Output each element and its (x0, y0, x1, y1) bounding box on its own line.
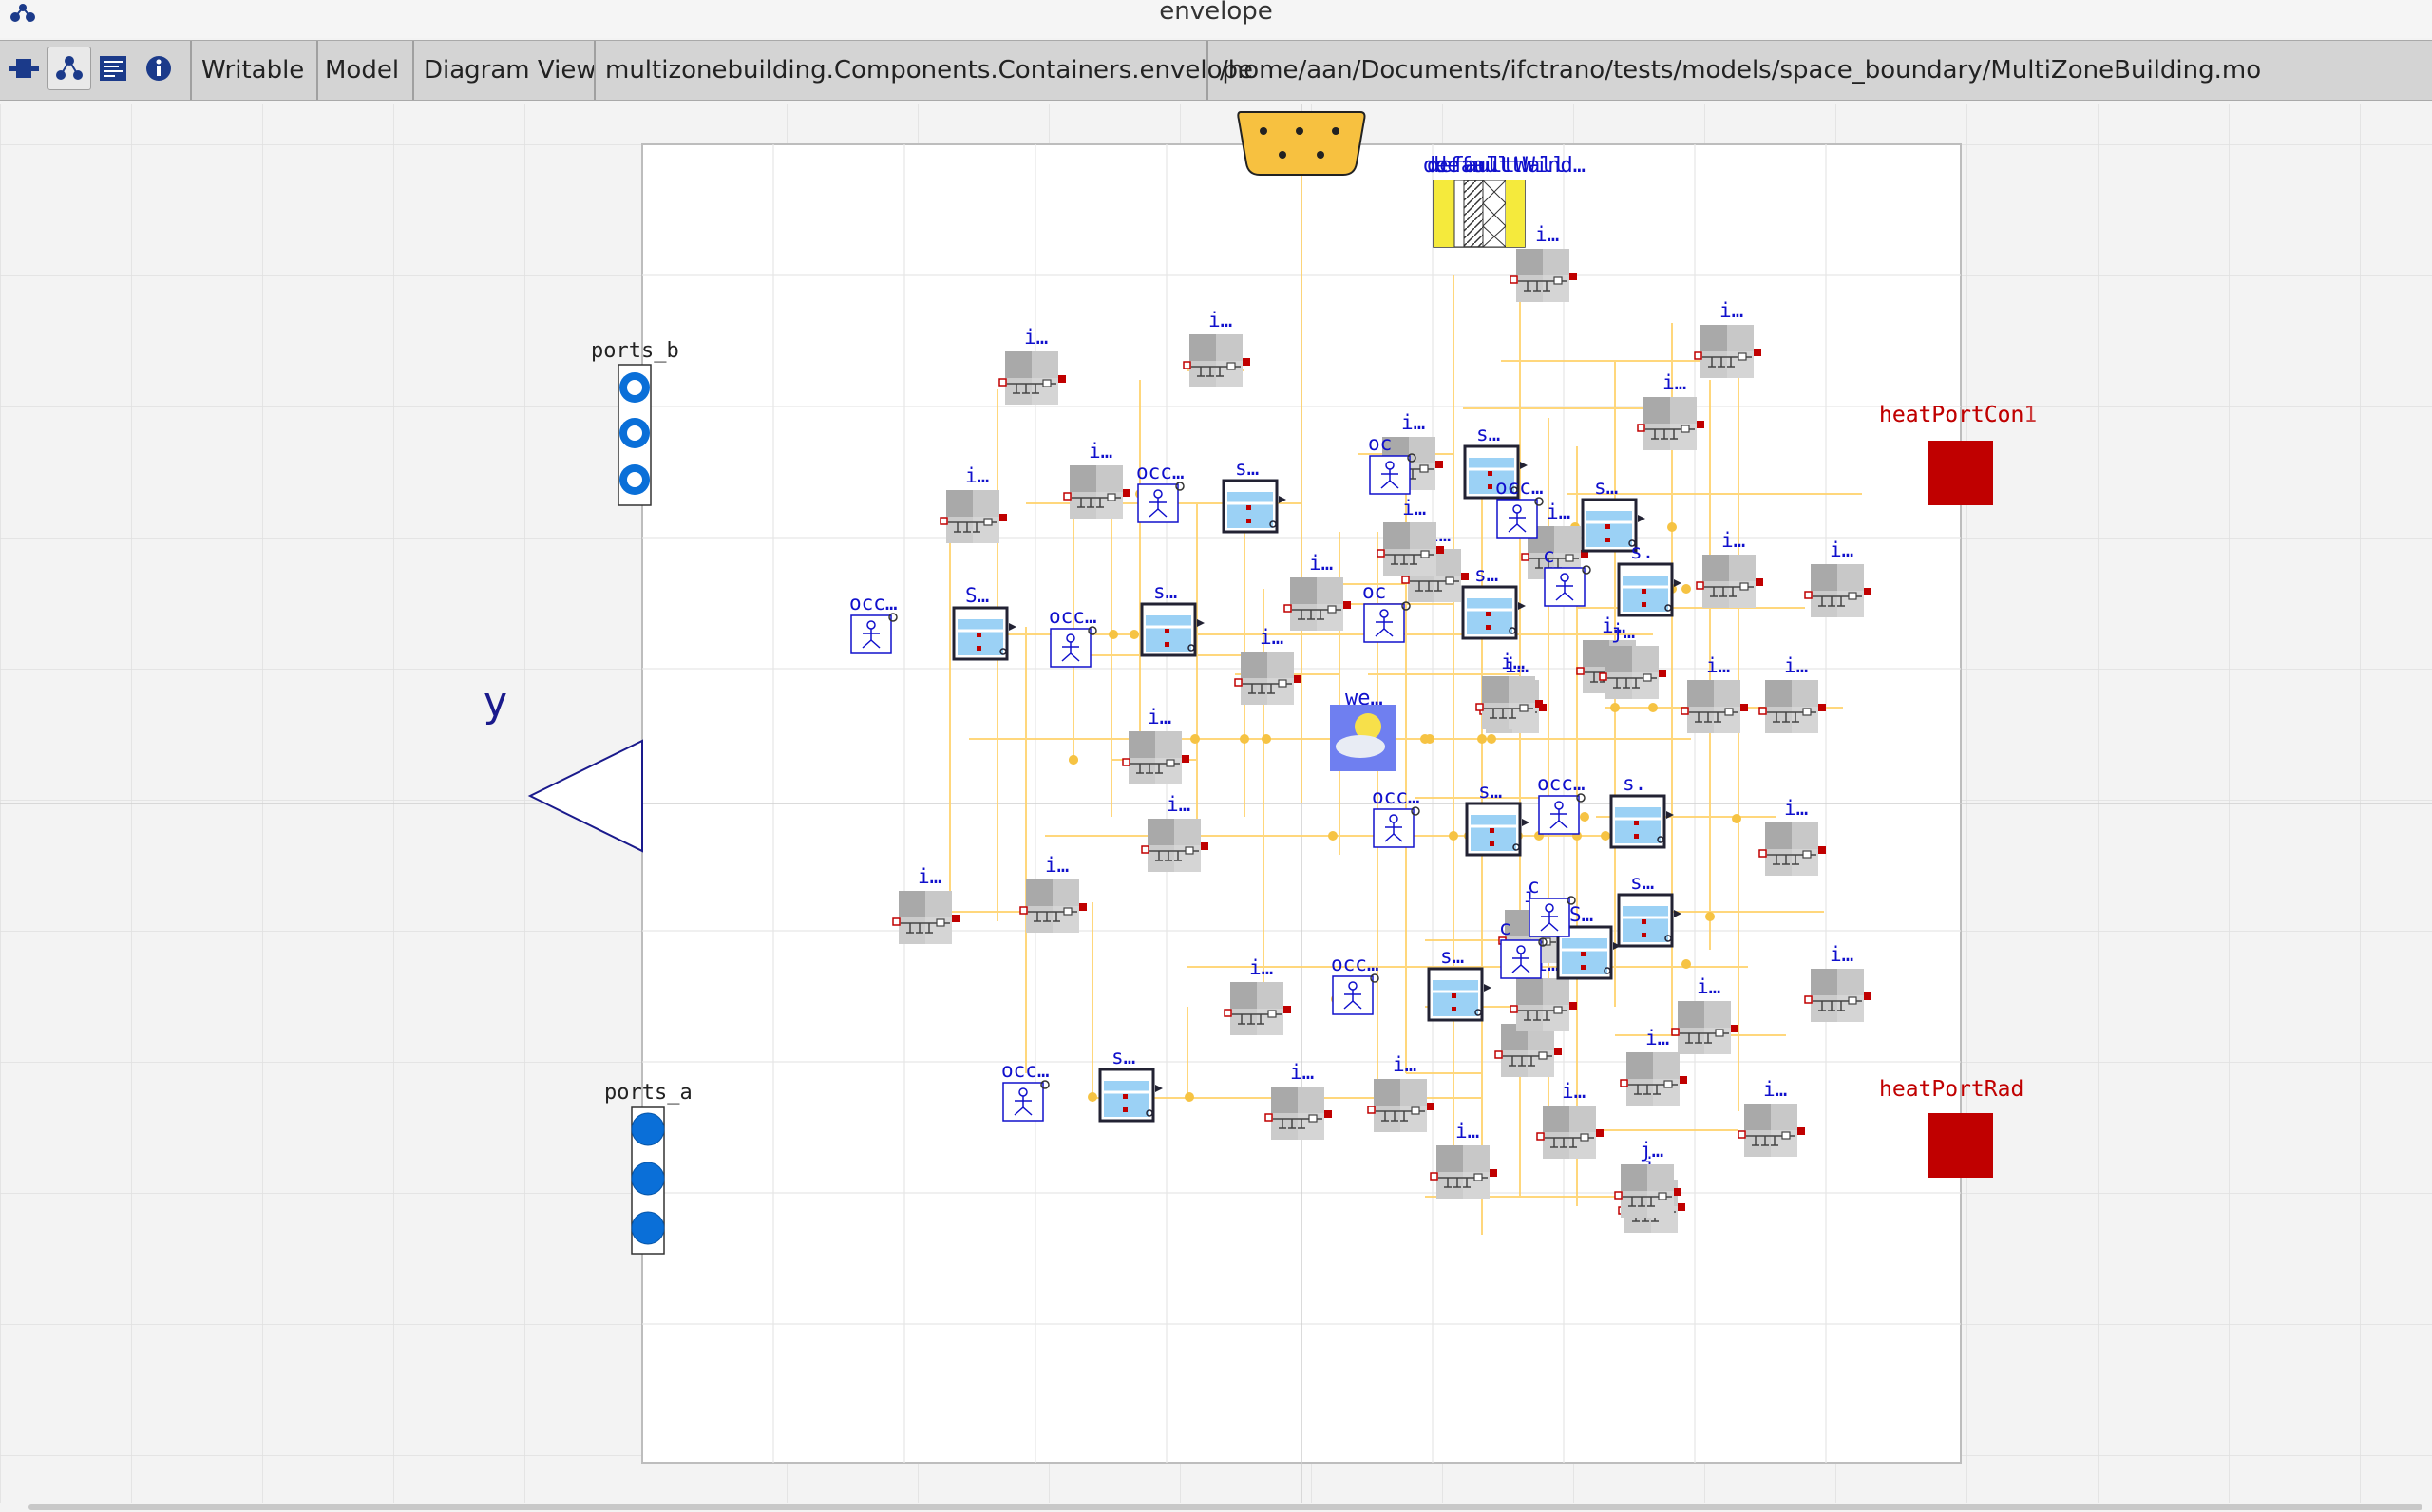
internal-label: i… (965, 464, 989, 487)
icon-view-button[interactable] (2, 47, 46, 90)
diagram-svg[interactable]: default defaultWall defaultWind… ports_b… (0, 104, 2432, 1503)
space-label: s… (1478, 780, 1502, 803)
icon-view-icon (9, 59, 39, 78)
internal-label: i… (1089, 440, 1112, 463)
window-title: envelope (1159, 0, 1273, 26)
diagram-canvas[interactable]: default defaultWall defaultWind… ports_b… (0, 104, 2432, 1503)
occ-label: oc (1362, 580, 1386, 603)
occ-label: occ… (849, 592, 898, 614)
space-label: s. (1630, 540, 1654, 563)
internal-label: j… (1640, 1139, 1663, 1162)
toolbar-separator (190, 41, 192, 100)
occ-label: oc (1368, 432, 1392, 455)
status-writable: Writable (201, 56, 305, 85)
class-path: multizonebuilding.Components.Containers.… (605, 56, 1253, 85)
internal-label: j… (1611, 620, 1635, 643)
occ-label: occ… (1331, 953, 1379, 975)
occ-label: occ… (1136, 461, 1185, 483)
internal-label: i… (1024, 326, 1048, 349)
internal-label: i… (918, 865, 941, 888)
title-bar: envelope (0, 0, 2432, 38)
occ-label: occ… (1537, 772, 1586, 795)
occ-label: occ… (1372, 785, 1420, 808)
internal-label: i… (1167, 793, 1190, 816)
space-label: s… (1112, 1046, 1135, 1068)
ports-b-label: ports_b (591, 339, 679, 363)
status-view-mode: Diagram View (424, 56, 597, 85)
toolbar-separator (412, 41, 414, 100)
occ-component[interactable]: occ… (1136, 461, 1185, 523)
y-output-label: y (483, 678, 508, 727)
space-label: s… (1474, 563, 1498, 586)
text-view-icon (100, 56, 126, 81)
internal-label: i… (1830, 539, 1853, 561)
internal-label: i… (1645, 1027, 1669, 1049)
occ-label: occ… (1495, 476, 1544, 499)
internal-label: i… (1784, 797, 1808, 820)
bus-connector[interactable] (1237, 111, 1366, 176)
horizontal-scrollbar[interactable] (28, 1504, 2422, 1510)
diagram-view-icon (56, 56, 83, 80)
occ-component[interactable]: occ… (1372, 785, 1420, 848)
internal-label: i… (1290, 1061, 1314, 1084)
occ-component[interactable]: occ… (1049, 605, 1097, 668)
occ-component[interactable]: occ… (1495, 476, 1544, 539)
internal-label: i… (1045, 854, 1069, 877)
file-path: /home/aan/Documents/ifctrano/tests/model… (1220, 56, 2262, 85)
documentation-view-icon (146, 56, 171, 81)
space-label: S… (965, 584, 989, 607)
internal-label: i… (1562, 1080, 1586, 1103)
internal-label: i… (1455, 1120, 1479, 1143)
internal-label: i… (1697, 975, 1720, 998)
heat-port-rad-label: heatPortRad (1879, 1077, 2024, 1102)
occ-label: c (1499, 917, 1511, 939)
toolbar-separator (316, 41, 318, 100)
internal-label: i… (1208, 309, 1232, 331)
status-class-type: Model (325, 56, 400, 85)
internal-label: i… (1535, 223, 1559, 246)
toolbar-separator (1206, 41, 1208, 100)
space-label: s… (1440, 945, 1464, 968)
diagram-view-button[interactable] (48, 47, 91, 90)
internal-label: i… (1721, 529, 1745, 552)
internal-label: i… (1763, 1078, 1787, 1101)
internal-label: i… (1662, 371, 1686, 394)
internal-label: i… (1393, 1053, 1416, 1076)
default-window-label: defaultWind… (1434, 154, 1586, 178)
model-toolbar: Writable Model Diagram View multizonebui… (0, 40, 2432, 101)
occ-component[interactable]: occ… (1537, 772, 1586, 835)
space-label: s. (1623, 772, 1646, 795)
documentation-view-button[interactable] (137, 47, 180, 90)
occ-label: occ… (1049, 605, 1097, 628)
occ-label: c (1543, 544, 1555, 567)
internal-label: i… (1148, 706, 1171, 728)
internal-label: i… (1706, 654, 1730, 677)
space-label: S… (1569, 903, 1593, 926)
occ-label: occ… (1001, 1059, 1050, 1082)
space-label: s… (1594, 476, 1618, 499)
ports-a-label: ports_a (604, 1081, 693, 1105)
text-view-button[interactable] (91, 47, 135, 90)
occ-component[interactable]: occ… (1331, 953, 1379, 1015)
internal-label: i… (1501, 651, 1525, 673)
internal-label: i… (1309, 552, 1333, 575)
occ-component[interactable]: occ… (849, 592, 898, 654)
occ-component[interactable]: occ… (1001, 1059, 1050, 1122)
toolbar-separator (594, 41, 596, 100)
internal-label: i… (1401, 411, 1425, 434)
space-label: s… (1153, 580, 1177, 603)
occ-label: c (1528, 875, 1540, 898)
space-label: s… (1476, 423, 1500, 445)
space-label: s… (1630, 871, 1654, 894)
internal-label: i… (1547, 501, 1570, 523)
heat-port-con1-label: heatPortCon1 (1879, 403, 2037, 427)
internal-label: i… (1830, 943, 1853, 966)
internal-label: i… (1720, 299, 1743, 322)
internal-label: i… (1402, 497, 1426, 520)
space-label: s… (1235, 457, 1259, 480)
internal-label: i… (1249, 956, 1273, 979)
internal-label: i… (1260, 626, 1283, 649)
internal-label: i… (1784, 654, 1808, 677)
